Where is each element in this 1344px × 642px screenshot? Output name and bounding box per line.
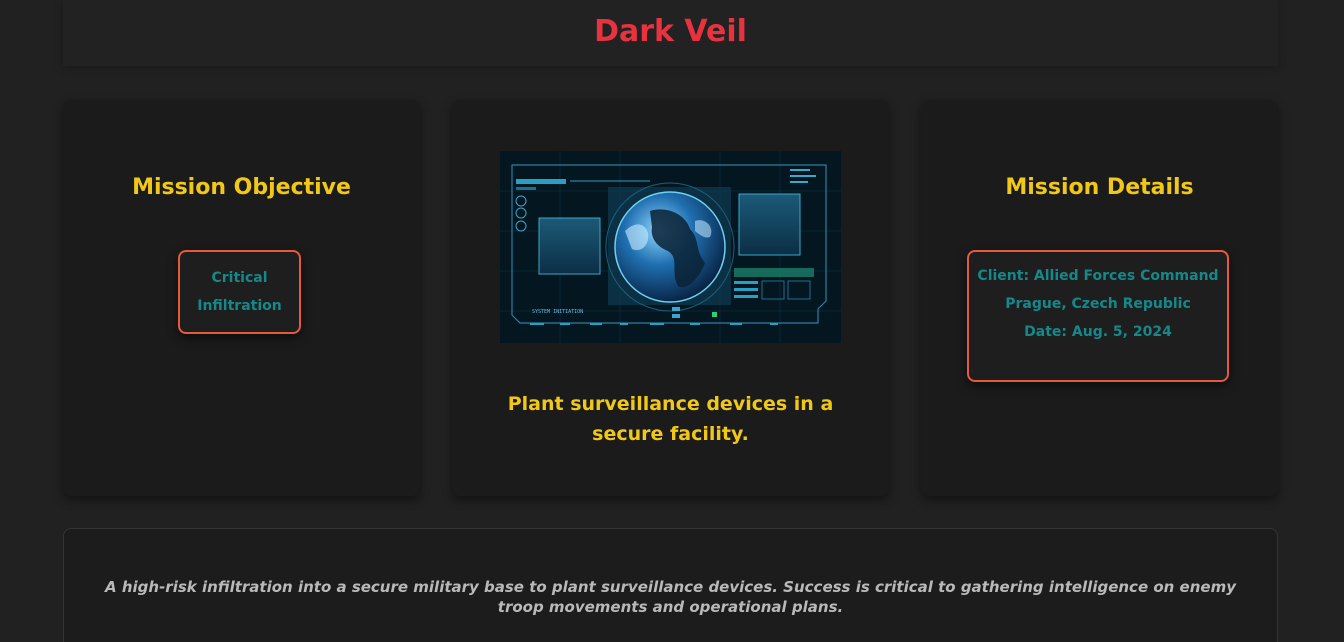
mission-objective-card: Mission Objective Critical Infiltration <box>63 100 420 496</box>
mission-image-card: SYSTEM INITIATION Plant surveillance dev… <box>452 100 889 496</box>
hud-label: SYSTEM INITIATION <box>532 309 583 315</box>
client-text: Client: Allied Forces Command <box>977 268 1219 284</box>
mission-details-card: Mission Details Client: Allied Forces Co… <box>921 100 1278 496</box>
location-text: Prague, Czech Republic <box>1005 296 1191 312</box>
globe-hud-icon: SYSTEM INITIATION <box>500 151 841 343</box>
page-title: Dark Veil <box>594 14 747 49</box>
date-text: Date: Aug. 5, 2024 <box>1024 324 1172 340</box>
objective-tag: Critical Infiltration <box>178 250 301 334</box>
mission-summary-panel: A high-risk infiltration into a secure m… <box>63 528 1278 642</box>
mission-summary-text: A high-risk infiltration into a secure m… <box>105 578 1236 616</box>
mission-objective-title: Mission Objective <box>132 175 351 200</box>
mission-details-title: Mission Details <box>1005 175 1194 200</box>
mission-caption: Plant surveillance devices in a secure f… <box>507 393 834 445</box>
page: Dark Veil Mission Objective Critical Inf… <box>0 0 1344 642</box>
details-box: Client: Allied Forces Command Prague, Cz… <box>967 250 1229 382</box>
globe-hud-image: SYSTEM INITIATION <box>500 151 841 343</box>
header: Dark Veil <box>63 0 1278 66</box>
